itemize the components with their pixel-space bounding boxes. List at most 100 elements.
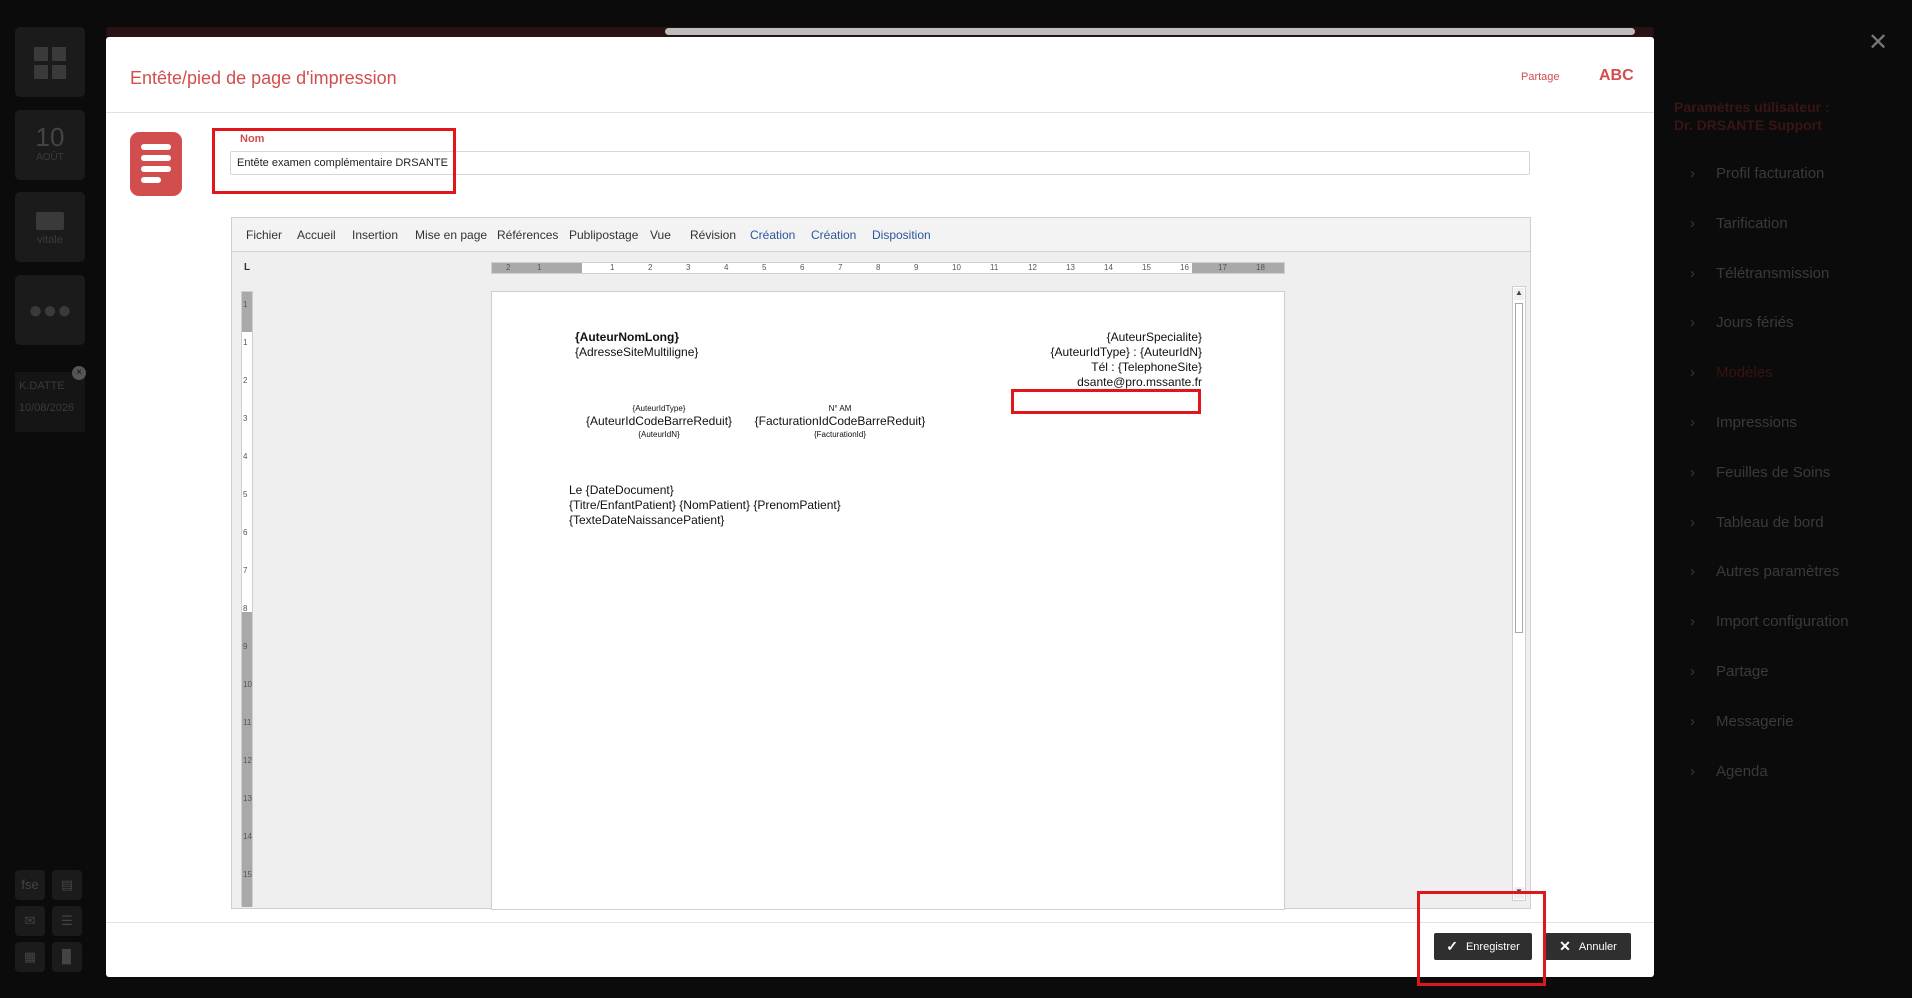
tab-2[interactable]: Accueil xyxy=(297,228,336,242)
ruler-v-label: 4 xyxy=(243,452,248,461)
date-tile[interactable]: 10 AOÛT xyxy=(15,110,85,180)
scroll-up-icon[interactable]: ▲ xyxy=(1514,288,1524,300)
chevron-right-icon: › xyxy=(1690,613,1695,631)
patient-date: 10/08/2026 xyxy=(19,402,75,414)
editor-vertical-scrollbar[interactable]: ▲ ▼ xyxy=(1512,286,1526,901)
settings-item-label: Jours fériés xyxy=(1716,314,1794,332)
barcode1-top-label: {AuteurIdType} xyxy=(632,404,686,413)
specialty-field: {AuteurSpecialite} xyxy=(1106,330,1202,344)
vertical-ruler[interactable]: 1 1 2 3 4 5 6 7 8 9 10 11 12 13 14 15 xyxy=(241,291,253,907)
settings-item[interactable]: › Tarification xyxy=(1690,215,1788,232)
settings-item[interactable]: › Impressions xyxy=(1690,414,1797,431)
card-icon xyxy=(36,212,64,230)
share-link[interactable]: Partage xyxy=(1521,71,1560,83)
patient-tab[interactable]: K.DATTE 10/08/2026 xyxy=(15,372,85,432)
tab-8[interactable]: Révision xyxy=(690,228,736,242)
ruler-v-label: 11 xyxy=(243,718,252,727)
fse-button[interactable]: fse xyxy=(15,870,45,900)
people-icon: ●●● xyxy=(28,297,72,324)
chart-icon[interactable]: ▉ xyxy=(52,942,82,972)
tab-3[interactable]: Insertion xyxy=(352,228,398,242)
settings-item-label: Profil facturation xyxy=(1716,165,1825,182)
mail-icon[interactable]: ✉ xyxy=(15,906,45,936)
barcode2-top-label: N° AM xyxy=(828,404,852,413)
calculator-icon[interactable]: ▦ xyxy=(15,942,45,972)
close-icon: ✕ xyxy=(1559,938,1571,954)
dashboard-tile[interactable] xyxy=(15,27,85,97)
tab-7[interactable]: Vue xyxy=(650,228,671,242)
settings-title-line1: Paramètres utilisateur : xyxy=(1674,99,1830,115)
tab-5[interactable]: Références xyxy=(497,228,558,242)
email-field: dsante@pro.mssante.fr xyxy=(1077,375,1202,389)
tab-stop-selector[interactable]: L xyxy=(244,262,250,273)
ruler-margin-top xyxy=(242,292,252,332)
ruler-v-label: 6 xyxy=(243,528,248,537)
ruler-h-label: 16 xyxy=(1180,263,1189,272)
settings-item[interactable]: › Jours fériés xyxy=(1690,314,1794,331)
settings-item[interactable]: › Feuilles de Soins xyxy=(1690,464,1830,481)
tab-1[interactable]: Fichier xyxy=(246,228,282,242)
ruler-v-label: 5 xyxy=(243,490,248,499)
date-field: Le {DateDocument} xyxy=(569,483,674,497)
page-scrollbar-thumb[interactable] xyxy=(665,28,1635,35)
editor-scroll-thumb[interactable] xyxy=(1515,303,1523,633)
ruler-h-label: 12 xyxy=(1028,263,1037,272)
ruler-h-label: 3 xyxy=(686,263,691,272)
ruler-h-label: 2 xyxy=(648,263,653,272)
tab-9[interactable]: Création xyxy=(750,228,795,242)
settings-item-label: Tarification xyxy=(1716,214,1788,232)
patient-name-field: {Titre/EnfantPatient} {NomPatient} {Pren… xyxy=(569,498,841,512)
vitale-tile[interactable]: vitale xyxy=(15,192,85,262)
patients-tile[interactable]: ●●● xyxy=(15,275,85,345)
author-name-field: {AuteurNomLong} xyxy=(575,330,679,344)
cancel-button[interactable]: ✕ Annuler xyxy=(1545,933,1631,960)
chevron-right-icon: › xyxy=(1690,513,1695,531)
header-divider xyxy=(106,112,1654,113)
grid-icon xyxy=(15,27,85,79)
document-icon[interactable]: ☰ xyxy=(52,906,82,936)
document-page[interactable]: {AuteurNomLong} {AdresseSiteMultiligne} … xyxy=(491,291,1285,910)
settings-item[interactable]: › Télétransmission xyxy=(1690,265,1829,282)
settings-item[interactable]: › Messagerie xyxy=(1690,713,1794,730)
settings-item[interactable]: › Tableau de bord xyxy=(1690,514,1824,531)
spellcheck-button[interactable]: ABC xyxy=(1599,67,1634,85)
settings-item-label: Import configuration xyxy=(1716,613,1849,631)
settings-item-label: Agenda xyxy=(1716,762,1768,780)
settings-item[interactable]: › Modèles xyxy=(1690,364,1773,381)
ribbon-tabs: Fichier Accueil Insertion Mise en page Référ… xyxy=(232,218,1530,252)
app-sidebar: 10 AOÛT vitale ●●● K.DATTE 10/08/2026 × … xyxy=(0,0,100,998)
barcode2-bottom-label: {FacturationId} xyxy=(813,430,867,439)
author-id-field: {AuteurIdType} : {AuteurIdN} xyxy=(1050,345,1202,359)
date-month: AOÛT xyxy=(36,152,64,163)
ruler-h-label: 11 xyxy=(990,263,999,272)
ruler-v-label: 1 xyxy=(243,338,248,347)
chevron-right-icon: › xyxy=(1690,563,1695,581)
tab-11[interactable]: Disposition xyxy=(872,228,931,242)
tab-6[interactable]: Publipostage xyxy=(569,228,638,242)
settings-item[interactable]: › Profil facturation xyxy=(1690,165,1824,182)
ruler-v-label: 8 xyxy=(243,604,248,613)
print-icon[interactable]: ▤ xyxy=(52,870,82,900)
chevron-right-icon: › xyxy=(1690,314,1695,332)
settings-item[interactable]: › Partage xyxy=(1690,663,1769,680)
settings-item[interactable]: › Autres paramètres xyxy=(1690,563,1839,580)
chevron-right-icon: › xyxy=(1690,214,1695,232)
ruler-h-label: 9 xyxy=(914,263,919,272)
ruler-v-label: 2 xyxy=(243,376,248,385)
tab-10[interactable]: Création xyxy=(811,228,856,242)
ruler-v-label: 13 xyxy=(243,794,252,803)
tab-4[interactable]: Mise en page xyxy=(415,228,487,242)
ruler-h-label: 4 xyxy=(724,263,729,272)
settings-item[interactable]: › Agenda xyxy=(1690,763,1768,780)
email-highlight-box xyxy=(1011,389,1201,414)
settings-item-label: Messagerie xyxy=(1716,712,1794,730)
settings-item-label: Partage xyxy=(1716,663,1769,680)
ruler-v-label: 3 xyxy=(243,414,248,423)
settings-item[interactable]: › Import configuration xyxy=(1690,613,1849,630)
close-patient-icon[interactable]: × xyxy=(72,366,86,380)
horizontal-ruler[interactable]: 2 1 1 2 3 4 5 6 7 8 9 10 11 12 13 14 15 16 17 18 xyxy=(491,262,1285,274)
close-icon[interactable]: ✕ xyxy=(1868,28,1888,57)
settings-item-label: Télétransmission xyxy=(1716,264,1830,282)
birthdate-field: {TexteDateNaissancePatient} xyxy=(569,513,725,527)
name-highlight-box xyxy=(212,128,456,194)
